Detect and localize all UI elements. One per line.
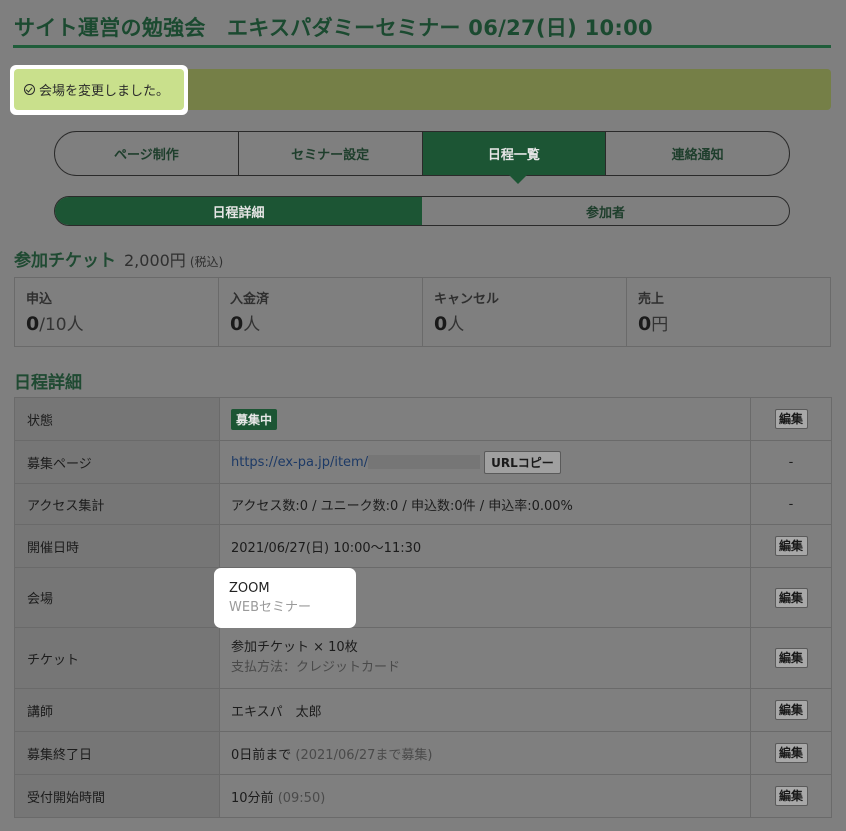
recruit-end: 0日前まで [231,747,292,763]
title-divider [13,45,831,48]
table-row: 講師 エキスパ 太郎 編集 [14,688,832,732]
ticket-tax: (税込) [189,255,224,269]
ticket-price: 2,000円 [124,251,186,270]
no-edit: - [750,440,832,484]
tab-schedule-list[interactable]: 日程一覧 [422,132,607,175]
stat-value: 0 [26,313,40,335]
copy-url-button[interactable]: URLコピー [484,450,561,474]
table-row: 開催日時 2021/06/27(日) 10:00〜11:30 編集 [14,524,832,568]
stat-cancel: キャンセル 0人 [423,278,627,346]
edit-recruit-end-button[interactable]: 編集 [774,743,808,763]
row-key: 講師 [14,688,220,732]
edit-reception-button[interactable]: 編集 [774,786,808,806]
alert-message-box: 会場を変更しました。 [14,69,184,110]
tab-seminar-settings[interactable]: セミナー設定 [239,132,423,175]
row-key: 会場 [14,567,220,628]
stat-unit: 円 [651,315,669,335]
table-row: 状態 募集中 編集 [14,397,832,441]
recruit-end-date: (2021/06/27まで募集) [295,747,433,763]
edit-datetime-button[interactable]: 編集 [774,536,808,556]
main-tabs: ページ制作 セミナー設定 日程一覧 連絡通知 [54,131,790,176]
edit-instructor-button[interactable]: 編集 [774,700,808,720]
event-datetime: 2021/06/27(日) 10:00〜11:30 [219,524,751,568]
reception-start: 10分前 [231,790,274,806]
no-edit: - [750,483,832,525]
row-key: 募集ページ [14,440,220,484]
active-tab-pointer [509,175,527,184]
status-badge: 募集中 [231,408,278,430]
stat-unit: 人 [447,315,465,335]
table-row: 募集ページ https://ex-pa.jp/item/URLコピー - [14,440,832,484]
table-row: 募集終了日 0日前まで (2021/06/27まで募集) 編集 [14,731,832,775]
access-stats: アクセス数:0 / ユニーク数:0 / 申込数:0件 / 申込率:0.00% [219,483,751,525]
subtab-participants[interactable]: 参加者 [422,197,789,225]
table-row: 受付開始時間 10分前 (09:50) 編集 [14,774,832,818]
row-key: アクセス集計 [14,483,220,525]
edit-ticket-button[interactable]: 編集 [774,648,808,668]
subtab-schedule-detail[interactable]: 日程詳細 [55,197,422,225]
ticket-title: 参加チケット [14,251,116,271]
stat-paid: 入金済 0人 [219,278,423,346]
schedule-detail-table: 状態 募集中 編集 募集ページ https://ex-pa.jp/item/UR… [14,397,832,818]
redacted-url [368,455,481,469]
ticket-stats: 申込 0/10人 入金済 0人 キャンセル 0人 売上 0円 [14,277,831,347]
instructor-name: エキスパ 太郎 [219,688,751,732]
table-row: アクセス集計 アクセス数:0 / ユニーク数:0 / 申込数:0件 / 申込率:… [14,483,832,525]
stat-unit: 人 [243,315,261,335]
ticket-info: 参加チケット × 10枚 [231,640,358,655]
tab-notifications[interactable]: 連絡通知 [606,132,789,175]
row-key: 開催日時 [14,524,220,568]
stat-label: 入金済 [230,292,270,307]
stat-sales: 売上 0円 [627,278,830,346]
recruit-page-link[interactable]: https://ex-pa.jp/item/ [231,455,368,470]
row-key: チケット [14,627,220,689]
page-title: サイト運営の勉強会 エキスパダミーセミナー 06/27(日) 10:00 [14,16,653,40]
stat-applications: 申込 0/10人 [15,278,219,346]
edit-venue-button[interactable]: 編集 [774,587,808,608]
stat-value: 0 [434,313,448,335]
edit-status-button[interactable]: 編集 [774,409,808,429]
alert-message: 会場を変更しました。 [39,84,170,99]
stat-label: 売上 [638,292,665,307]
payment-method: 支払方法：クレジットカード [231,660,401,675]
venue-type: WEBセミナー [229,600,311,615]
table-row: 会場 編集 [14,567,832,628]
detail-section-title: 日程詳細 [14,373,82,393]
ticket-section-title: 参加チケット 2,000円 (税込) [14,246,223,271]
stat-unit: /10人 [39,315,84,335]
row-key: 受付開始時間 [14,774,220,818]
venue-name: ZOOM [229,581,270,596]
stat-label: 申込 [26,292,53,307]
check-circle-icon [24,84,35,95]
stat-label: キャンセル [434,292,500,307]
row-key: 募集終了日 [14,731,220,775]
venue-info: ZOOM WEBセミナー [229,579,311,617]
sub-tabs: 日程詳細 参加者 [54,196,790,226]
stat-value: 0 [230,313,244,335]
row-key: 状態 [14,397,220,441]
stat-value: 0 [638,313,652,335]
tab-page-production[interactable]: ページ制作 [55,132,239,175]
table-row: チケット 参加チケット × 10枚支払方法：クレジットカード 編集 [14,627,832,689]
reception-start-time: (09:50) [277,790,326,806]
